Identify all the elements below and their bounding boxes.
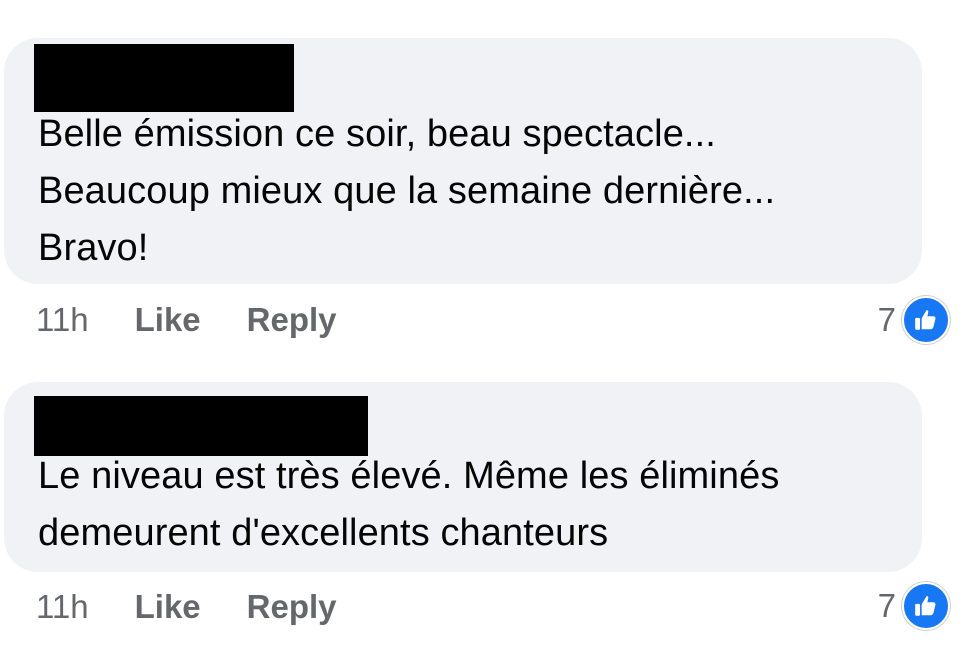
thumbs-up-icon <box>902 296 950 344</box>
reaction-count: 7 <box>877 587 896 624</box>
comment-text-line: Belle émission ce soir, beau spectacle..… <box>38 113 716 155</box>
comment-text-line: Le niveau est très élevé. Même les élimi… <box>38 455 780 497</box>
comment-text-line: demeurent d'excellents chanteurs <box>38 512 609 554</box>
thumbs-up-icon <box>902 582 950 630</box>
comment-bubble: Le niveau est très élevé. Même les élimi… <box>4 382 922 572</box>
like-button[interactable]: Like <box>135 588 201 626</box>
reply-button[interactable]: Reply <box>247 588 337 626</box>
comment-text: Le niveau est très élevé. Même les élimi… <box>38 448 898 562</box>
reaction-summary[interactable]: 7 <box>878 582 950 630</box>
redacted-author-name <box>34 44 294 112</box>
reply-button[interactable]: Reply <box>247 301 337 339</box>
redacted-author-name <box>34 396 368 456</box>
like-button[interactable]: Like <box>135 301 201 339</box>
comment-text-line: Beaucoup mieux que la semaine dernière..… <box>38 170 776 212</box>
reaction-count: 7 <box>877 301 896 338</box>
comment-actions: 11h Like Reply <box>36 587 383 627</box>
comment-text-line: Bravo! <box>38 227 149 269</box>
comment-timestamp[interactable]: 11h <box>36 588 89 626</box>
comment-timestamp[interactable]: 11h <box>36 301 89 339</box>
comment-text: Belle émission ce soir, beau spectacle..… <box>38 106 898 277</box>
comment-actions: 11h Like Reply <box>36 300 383 340</box>
comment-thread: Belle émission ce soir, beau spectacle..… <box>0 0 980 653</box>
comment-bubble: Belle émission ce soir, beau spectacle..… <box>4 38 922 284</box>
reaction-summary[interactable]: 7 <box>878 296 950 344</box>
